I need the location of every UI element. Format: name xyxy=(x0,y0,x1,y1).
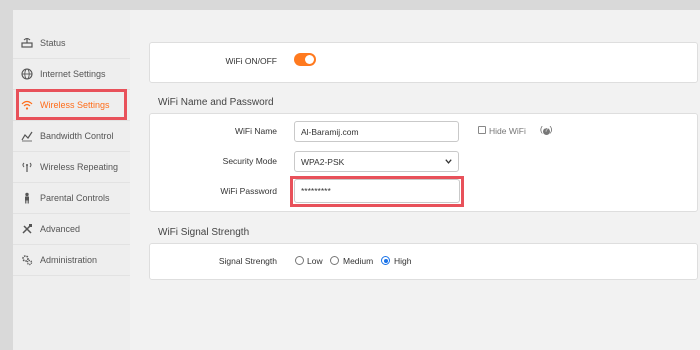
sidebar-item-advanced[interactable]: Advanced xyxy=(13,214,130,245)
wifi-password-label: WiFi Password xyxy=(220,186,277,196)
sidebar-item-label: Administration xyxy=(40,255,98,265)
wifi-name-input[interactable]: Al-Baramij.com xyxy=(294,121,459,142)
signal-radio-high-label: High xyxy=(394,256,412,266)
top-bar xyxy=(0,0,700,10)
tools-icon xyxy=(21,223,33,235)
sidebar-item-status[interactable]: Status xyxy=(13,28,130,59)
sidebar: Status Internet Settings Wireless Settin… xyxy=(13,10,130,350)
wifi-password-value: ********* xyxy=(301,186,331,196)
wifi-icon xyxy=(21,99,33,111)
parental-icon xyxy=(21,192,33,204)
signal-radio-medium[interactable] xyxy=(330,256,339,265)
chevron-down-icon xyxy=(445,159,452,164)
hide-wifi-label: Hide WiFi xyxy=(489,126,526,136)
bandwidth-icon xyxy=(21,130,33,142)
sidebar-item-label: Wireless Settings xyxy=(40,100,110,110)
sidebar-item-administration[interactable]: Administration xyxy=(13,245,130,276)
sidebar-item-wireless-repeating[interactable]: Wireless Repeating xyxy=(13,152,130,183)
repeater-icon xyxy=(21,161,33,173)
section-title-name-password: WiFi Name and Password xyxy=(158,97,274,108)
signal-radio-low[interactable] xyxy=(295,256,304,265)
wifi-toggle-switch[interactable] xyxy=(294,53,316,66)
sidebar-item-label: Bandwidth Control xyxy=(40,131,114,141)
sidebar-item-internet-settings[interactable]: Internet Settings xyxy=(13,59,130,90)
status-icon xyxy=(21,37,33,49)
globe-icon xyxy=(21,68,33,80)
gears-icon xyxy=(21,254,33,266)
hide-wifi-checkbox[interactable] xyxy=(478,126,486,134)
sidebar-item-label: Internet Settings xyxy=(40,69,106,79)
sidebar-item-bandwidth-control[interactable]: Bandwidth Control xyxy=(13,121,130,152)
sidebar-item-label: Advanced xyxy=(40,224,81,234)
security-mode-label: Security Mode xyxy=(222,156,277,166)
sidebar-item-parental-controls[interactable]: Parental Controls xyxy=(13,183,130,214)
signal-radio-low-label: Low xyxy=(307,256,323,266)
signal-radio-medium-label: Medium xyxy=(343,256,374,266)
section-title-signal: WiFi Signal Strength xyxy=(158,227,250,238)
security-mode-value: WPA2-PSK xyxy=(301,156,345,167)
wifi-name-label: WiFi Name xyxy=(234,126,277,136)
wifi-password-input[interactable]: ********* xyxy=(294,179,460,203)
sidebar-item-label: Wireless Repeating xyxy=(40,162,119,172)
sidebar-item-wireless-settings[interactable]: Wireless Settings xyxy=(13,90,130,121)
signal-strength-label: Signal Strength xyxy=(218,256,277,266)
sidebar-item-label: Status xyxy=(40,38,66,48)
signal-radio-high[interactable] xyxy=(381,256,390,265)
sidebar-item-label: Parental Controls xyxy=(40,193,110,203)
help-icon[interactable]: (?) xyxy=(540,125,553,136)
toggle-knob xyxy=(305,55,314,64)
wifi-toggle-label: WiFi ON/OFF xyxy=(225,56,277,66)
wifi-name-value: Al-Baramij.com xyxy=(301,126,359,137)
security-mode-select[interactable]: WPA2-PSK xyxy=(294,151,459,172)
